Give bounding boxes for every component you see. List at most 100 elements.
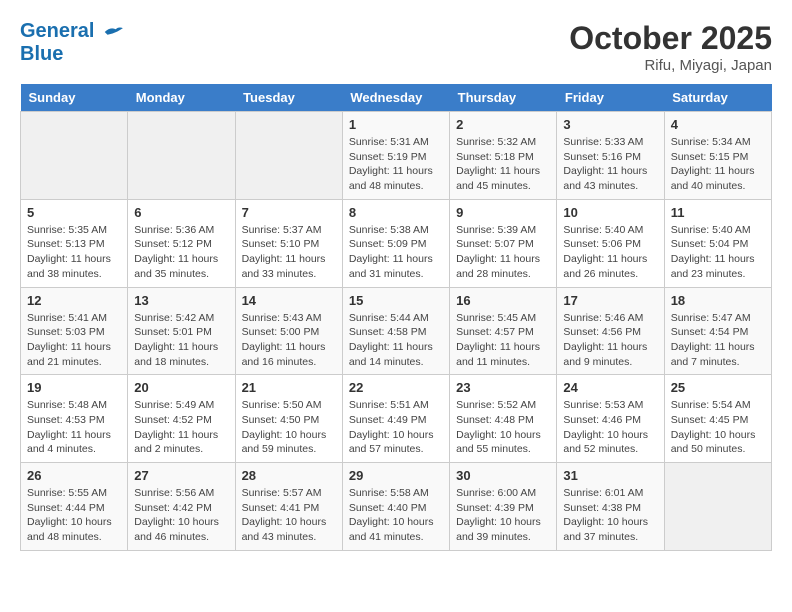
weekday-sunday: Sunday xyxy=(21,84,128,112)
day-info: Sunrise: 5:36 AMSunset: 5:12 PMDaylight:… xyxy=(134,223,228,282)
calendar-cell: 29Sunrise: 5:58 AMSunset: 4:40 PMDayligh… xyxy=(342,463,449,551)
day-number: 7 xyxy=(242,205,336,220)
day-info: Sunrise: 5:44 AMSunset: 4:58 PMDaylight:… xyxy=(349,311,443,370)
day-number: 15 xyxy=(349,293,443,308)
calendar-cell: 28 Sunrise: 5:57 AMSunset: 4:41 PMDayligh… xyxy=(235,463,342,551)
week-row-1: 1 Sunrise: 5:31 AMSunset: 5:19 PMDaylight… xyxy=(21,112,772,200)
logo-blue-text: Blue xyxy=(20,43,124,65)
calendar-cell: 15 Sunrise: 5:44 AMSunset: 4:58 PMDayligh… xyxy=(342,287,449,375)
day-number: 6 xyxy=(134,205,228,220)
day-number: 22 xyxy=(349,380,443,395)
calendar-cell: 3 Sunrise: 5:33 AMSunset: 5:16 PMDaylight… xyxy=(557,112,664,200)
day-info: Sunrise: 5:56 AMSunset: 4:42 PMDaylight:… xyxy=(134,486,228,545)
day-info: Sunrise: 5:34 AMSunset: 5:15 PMDaylight:… xyxy=(671,135,765,194)
day-number: 11 xyxy=(671,205,765,220)
day-number: 13 xyxy=(134,293,228,308)
calendar-cell: 30 Sunrise: 6:00 AMSunset: 4:39 PMDayligh… xyxy=(450,463,557,551)
calendar-cell: 4Sunrise: 5:34 AMSunset: 5:15 PMDaylight… xyxy=(664,112,771,200)
page-header: General Blue October 2025 Rifu, Miyagi, … xyxy=(20,20,772,74)
day-number: 10 xyxy=(563,205,657,220)
calendar-cell xyxy=(128,112,235,200)
day-number: 16 xyxy=(456,293,550,308)
calendar-cell: 8Sunrise: 5:38 AMSunset: 5:09 PMDaylight… xyxy=(342,199,449,287)
day-number: 27 xyxy=(134,468,228,483)
day-number: 5 xyxy=(27,205,121,220)
weekday-saturday: Saturday xyxy=(664,84,771,112)
day-number: 3 xyxy=(563,117,657,132)
calendar-cell: 21Sunrise: 5:50 AMSunset: 4:50 PMDayligh… xyxy=(235,375,342,463)
calendar-cell xyxy=(664,463,771,551)
day-number: 23 xyxy=(456,380,550,395)
week-row-2: 5Sunrise: 5:35 AMSunset: 5:13 PMDaylight… xyxy=(21,199,772,287)
day-info: Sunrise: 5:57 AMSunset: 4:41 PMDaylight:… xyxy=(242,486,336,545)
calendar-cell: 24 Sunrise: 5:53 AMSunset: 4:46 PMDayligh… xyxy=(557,375,664,463)
weekday-thursday: Thursday xyxy=(450,84,557,112)
day-info: Sunrise: 5:49 AMSunset: 4:52 PMDaylight:… xyxy=(134,398,228,457)
day-info: Sunrise: 5:53 AMSunset: 4:46 PMDaylight:… xyxy=(563,398,657,457)
day-number: 9 xyxy=(456,205,550,220)
day-info: Sunrise: 5:33 AMSunset: 5:16 PMDaylight:… xyxy=(563,135,657,194)
day-info: Sunrise: 5:37 AMSunset: 5:10 PMDaylight:… xyxy=(242,223,336,282)
day-info: Sunrise: 5:50 AMSunset: 4:50 PMDaylight:… xyxy=(242,398,336,457)
calendar-cell: 10 Sunrise: 5:40 AMSunset: 5:06 PMDayligh… xyxy=(557,199,664,287)
week-row-3: 12 Sunrise: 5:41 AMSunset: 5:03 PMDayligh… xyxy=(21,287,772,375)
day-info: Sunrise: 5:39 AMSunset: 5:07 PMDaylight:… xyxy=(456,223,550,282)
calendar-cell xyxy=(21,112,128,200)
day-info: Sunrise: 5:48 AMSunset: 4:53 PMDaylight:… xyxy=(27,398,121,457)
week-row-5: 26Sunrise: 5:55 AMSunset: 4:44 PMDayligh… xyxy=(21,463,772,551)
day-info: Sunrise: 5:42 AMSunset: 5:01 PMDaylight:… xyxy=(134,311,228,370)
day-number: 8 xyxy=(349,205,443,220)
day-number: 1 xyxy=(349,117,443,132)
calendar-cell: 25Sunrise: 5:54 AMSunset: 4:45 PMDayligh… xyxy=(664,375,771,463)
day-number: 2 xyxy=(456,117,550,132)
day-number: 25 xyxy=(671,380,765,395)
calendar-cell: 26Sunrise: 5:55 AMSunset: 4:44 PMDayligh… xyxy=(21,463,128,551)
day-number: 31 xyxy=(563,468,657,483)
bird-icon xyxy=(102,21,124,43)
day-info: Sunrise: 5:40 AMSunset: 5:06 PMDaylight:… xyxy=(563,223,657,282)
logo: General Blue xyxy=(20,20,124,65)
weekday-monday: Monday xyxy=(128,84,235,112)
calendar-cell: 17 Sunrise: 5:46 AMSunset: 4:56 PMDayligh… xyxy=(557,287,664,375)
day-info: Sunrise: 5:41 AMSunset: 5:03 PMDaylight:… xyxy=(27,311,121,370)
day-number: 14 xyxy=(242,293,336,308)
calendar-cell: 20Sunrise: 5:49 AMSunset: 4:52 PMDayligh… xyxy=(128,375,235,463)
day-number: 29 xyxy=(349,468,443,483)
calendar-cell: 31 Sunrise: 6:01 AMSunset: 4:38 PMDayligh… xyxy=(557,463,664,551)
calendar-cell: 6 Sunrise: 5:36 AMSunset: 5:12 PMDaylight… xyxy=(128,199,235,287)
calendar-cell: 23 Sunrise: 5:52 AMSunset: 4:48 PMDayligh… xyxy=(450,375,557,463)
calendar-cell: 19 Sunrise: 5:48 AMSunset: 4:53 PMDayligh… xyxy=(21,375,128,463)
day-info: Sunrise: 5:52 AMSunset: 4:48 PMDaylight:… xyxy=(456,398,550,457)
week-row-4: 19 Sunrise: 5:48 AMSunset: 4:53 PMDayligh… xyxy=(21,375,772,463)
day-info: Sunrise: 5:55 AMSunset: 4:44 PMDaylight:… xyxy=(27,486,121,545)
day-info: Sunrise: 5:40 AMSunset: 5:04 PMDaylight:… xyxy=(671,223,765,282)
day-number: 17 xyxy=(563,293,657,308)
day-info: Sunrise: 5:32 AMSunset: 5:18 PMDaylight:… xyxy=(456,135,550,194)
weekday-header-row: SundayMondayTuesdayWednesdayThursdayFrid… xyxy=(21,84,772,112)
calendar-cell: 1 Sunrise: 5:31 AMSunset: 5:19 PMDaylight… xyxy=(342,112,449,200)
day-number: 28 xyxy=(242,468,336,483)
day-info: Sunrise: 6:00 AMSunset: 4:39 PMDaylight:… xyxy=(456,486,550,545)
calendar-cell: 12 Sunrise: 5:41 AMSunset: 5:03 PMDayligh… xyxy=(21,287,128,375)
day-number: 24 xyxy=(563,380,657,395)
day-info: Sunrise: 6:01 AMSunset: 4:38 PMDaylight:… xyxy=(563,486,657,545)
calendar-cell: 2 Sunrise: 5:32 AMSunset: 5:18 PMDaylight… xyxy=(450,112,557,200)
calendar-cell: 11 Sunrise: 5:40 AMSunset: 5:04 PMDayligh… xyxy=(664,199,771,287)
day-info: Sunrise: 5:31 AMSunset: 5:19 PMDaylight:… xyxy=(349,135,443,194)
day-number: 30 xyxy=(456,468,550,483)
day-info: Sunrise: 5:51 AMSunset: 4:49 PMDaylight:… xyxy=(349,398,443,457)
weekday-friday: Friday xyxy=(557,84,664,112)
day-info: Sunrise: 5:43 AMSunset: 5:00 PMDaylight:… xyxy=(242,311,336,370)
day-number: 12 xyxy=(27,293,121,308)
calendar-cell: 16 Sunrise: 5:45 AMSunset: 4:57 PMDayligh… xyxy=(450,287,557,375)
calendar-cell: 14 Sunrise: 5:43 AMSunset: 5:00 PMDayligh… xyxy=(235,287,342,375)
day-info: Sunrise: 5:45 AMSunset: 4:57 PMDaylight:… xyxy=(456,311,550,370)
calendar-cell xyxy=(235,112,342,200)
logo-text: General xyxy=(20,20,124,43)
month-title: October 2025 xyxy=(569,20,772,57)
calendar-table: SundayMondayTuesdayWednesdayThursdayFrid… xyxy=(20,84,772,551)
location: Rifu, Miyagi, Japan xyxy=(569,57,772,74)
day-info: Sunrise: 5:46 AMSunset: 4:56 PMDaylight:… xyxy=(563,311,657,370)
day-number: 19 xyxy=(27,380,121,395)
calendar-cell: 7 Sunrise: 5:37 AMSunset: 5:10 PMDaylight… xyxy=(235,199,342,287)
